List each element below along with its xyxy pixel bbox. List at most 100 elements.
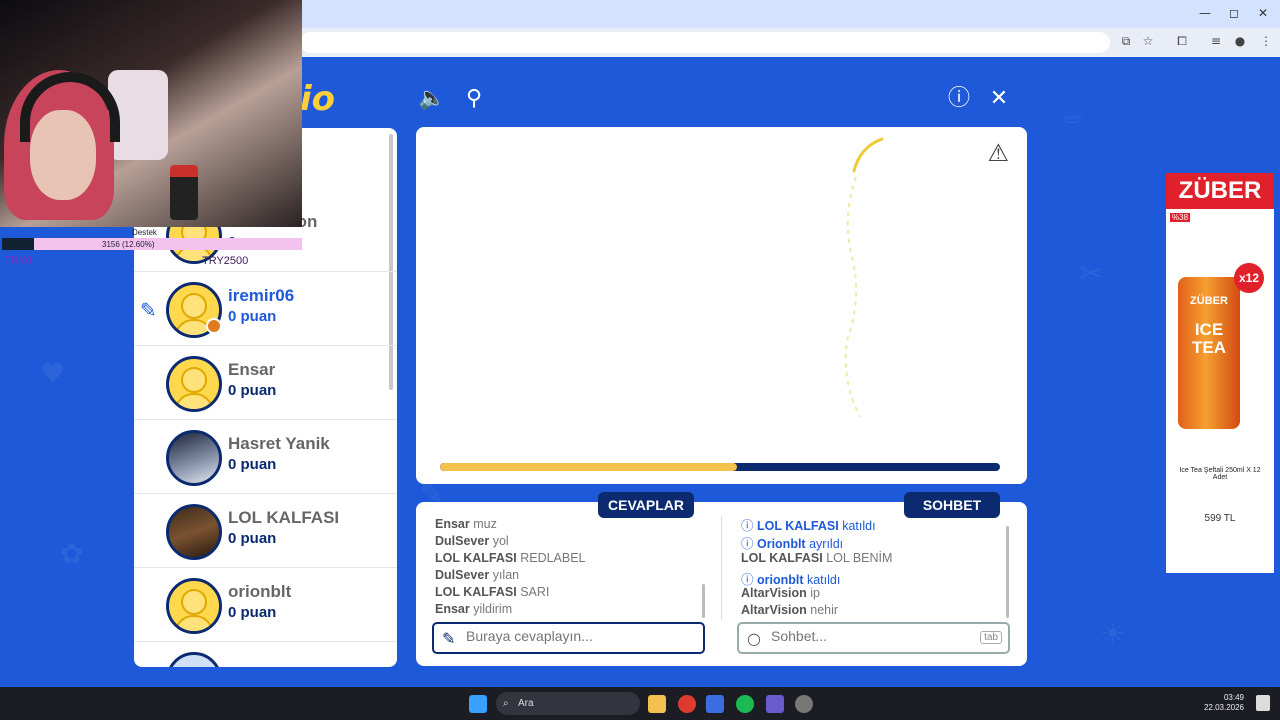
chat-message: AltarVision nehir <box>741 603 839 617</box>
player-score: 0 puan <box>228 604 277 621</box>
report-warning-icon[interactable]: ⚠ <box>987 139 1009 167</box>
background-doodle-icon: ♥ <box>40 357 66 390</box>
avatar <box>166 652 222 667</box>
chat-message: LOL KALFASI LOL BENİM <box>741 551 893 565</box>
chat-message: AltarVision ip <box>741 586 820 600</box>
status-dot <box>206 318 222 334</box>
timer-fill <box>440 463 737 471</box>
search-icon: ⌕ <box>503 698 509 709</box>
player-score: 0 puan <box>228 308 277 325</box>
bookmark-star-icon[interactable]: ☆ <box>1140 34 1156 50</box>
donation-goal-label: Destek <box>132 228 157 237</box>
webcam-microphone <box>170 165 198 220</box>
taskbar-search-label: Ara <box>518 698 534 709</box>
donation-goal-fill <box>2 238 34 250</box>
player-score: 0 puan <box>228 456 277 473</box>
player-score: 0 puan <box>228 530 277 547</box>
file-explorer-icon[interactable] <box>648 695 666 713</box>
player-name: Ensar <box>228 360 276 379</box>
drawing-canvas[interactable]: ⚠ <box>416 127 1027 484</box>
start-windows-icon[interactable] <box>469 695 487 713</box>
avatar <box>166 578 222 634</box>
answer-input-box: ✎ <box>432 622 705 654</box>
ad-can-text: ICE TEA <box>1192 320 1226 357</box>
timer-bar <box>440 463 1000 471</box>
donation-goal-progress: 3156 (12.60%) <box>102 240 155 249</box>
ad-discount: %38 <box>1170 213 1191 222</box>
share-icon[interactable]: ⚲ <box>460 85 488 113</box>
donation-goal-target: TRY2500 <box>202 255 249 267</box>
taskbar-search[interactable]: ⌕ Ara <box>496 692 640 715</box>
tab-chat[interactable]: SOHBET <box>904 492 1000 518</box>
notification-icon[interactable] <box>1256 695 1270 711</box>
clock-time: 03:49 <box>1223 693 1244 702</box>
answer-message: DulSever yol <box>435 534 509 548</box>
chat-input-box: ○ tab <box>737 622 1010 654</box>
ad-brand: ZÜBER <box>1166 173 1274 209</box>
answer-message: DulSever yılan <box>435 568 520 582</box>
close-window-icon[interactable]: ✕ <box>1253 6 1273 20</box>
extensions-icon[interactable]: ⧠ <box>1174 34 1190 50</box>
panel-divider <box>721 516 722 620</box>
cast-icon[interactable]: ⧉ <box>1118 34 1134 50</box>
maximize-icon[interactable]: ◻ <box>1224 6 1244 20</box>
chat-message: ⓘ LOL KALFASI katıldı <box>741 519 876 533</box>
tab-key-hint: tab <box>980 631 1002 644</box>
minimize-icon[interactable]: — <box>1195 6 1215 20</box>
close-icon[interactable]: ✕ <box>985 85 1013 113</box>
answer-message: Ensar muz <box>435 517 497 531</box>
background-doodle-icon: ☕ <box>1060 97 1086 130</box>
background-doodle-icon: ☀ <box>1100 617 1126 650</box>
github-icon[interactable] <box>795 695 813 713</box>
answer-message: Ensar yildirim <box>435 602 513 616</box>
address-bar[interactable] <box>300 32 1110 53</box>
ad-price: 599 TL <box>1204 513 1236 524</box>
profile-avatar-icon[interactable]: ● <box>1232 34 1248 50</box>
avatar <box>166 356 222 412</box>
answers-chat-panel: CEVAPLAR SOHBET Ensar muz DulSever yol L… <box>416 492 1027 666</box>
player-name: LOL KALFASI <box>228 508 340 527</box>
ad-product-image: ZÜBER ICE TEA <box>1178 277 1240 429</box>
tab-answers[interactable]: CEVAPLAR <box>598 492 694 518</box>
player-row: Ensar 0 puan <box>134 346 397 420</box>
chat-bubble-icon: ○ <box>747 629 761 648</box>
background-doodle-icon: ✂ <box>1080 257 1104 290</box>
player-name: Hasret Yanik <box>228 434 330 453</box>
clock-date: 22.03.2026 <box>1203 703 1244 712</box>
player-name: iremir06 <box>228 286 295 305</box>
taskbar: ⌕ Ara 03:49 22.03.2026 <box>0 687 1280 720</box>
player-row: orionblt 0 puan <box>134 568 397 642</box>
ad-can-brand: ZÜBER <box>1190 295 1228 307</box>
answer-message: LOL KALFASI SARI <box>435 585 550 599</box>
info-icon[interactable]: ⓘ <box>945 85 973 113</box>
taskbar-clock[interactable]: 03:49 22.03.2026 <box>1204 693 1244 713</box>
donation-goal-bar: Destek 3156 (12.60%) <box>2 228 302 250</box>
webcam-overlay <box>0 0 302 227</box>
game-logo: io <box>300 79 336 119</box>
avatar <box>166 504 222 560</box>
answer-input[interactable] <box>466 628 666 644</box>
drawing-pencil-icon: ✎ <box>140 298 157 322</box>
chat-scrollbar[interactable] <box>1006 526 1009 618</box>
ad-quantity-badge: x12 <box>1234 263 1264 293</box>
app-icon[interactable] <box>766 695 784 713</box>
player-score: 0 puan <box>228 382 277 399</box>
player-row: Hasret Yanik 0 puan <box>134 420 397 494</box>
chat-message: ⓘ Orionblt ayrıldı <box>741 537 844 551</box>
answers-scrollbar[interactable] <box>702 584 705 618</box>
chrome-icon[interactable] <box>678 695 696 713</box>
background-doodle-icon: ✿ <box>60 537 84 570</box>
drawing-strokes <box>844 137 884 418</box>
advertisement[interactable]: ZÜBER %38 ZÜBER ICE TEA x12 Ice Tea Şeft… <box>1166 173 1274 573</box>
mail-icon[interactable] <box>706 695 724 713</box>
reading-list-icon[interactable]: ≡ <box>1208 34 1224 50</box>
player-row: LOL KALFASI 0 puan <box>134 494 397 568</box>
chat-input[interactable] <box>771 628 971 644</box>
spotify-icon[interactable] <box>736 695 754 713</box>
sound-icon[interactable]: 🔈 <box>418 85 446 113</box>
player-name: orionblt <box>228 582 292 601</box>
browser-menu-icon[interactable]: ⋮ <box>1258 34 1274 50</box>
donation-goal-start: TRY0 <box>4 255 32 267</box>
avatar <box>166 430 222 486</box>
player-row: ✎ iremir06 0 puan <box>134 272 397 346</box>
